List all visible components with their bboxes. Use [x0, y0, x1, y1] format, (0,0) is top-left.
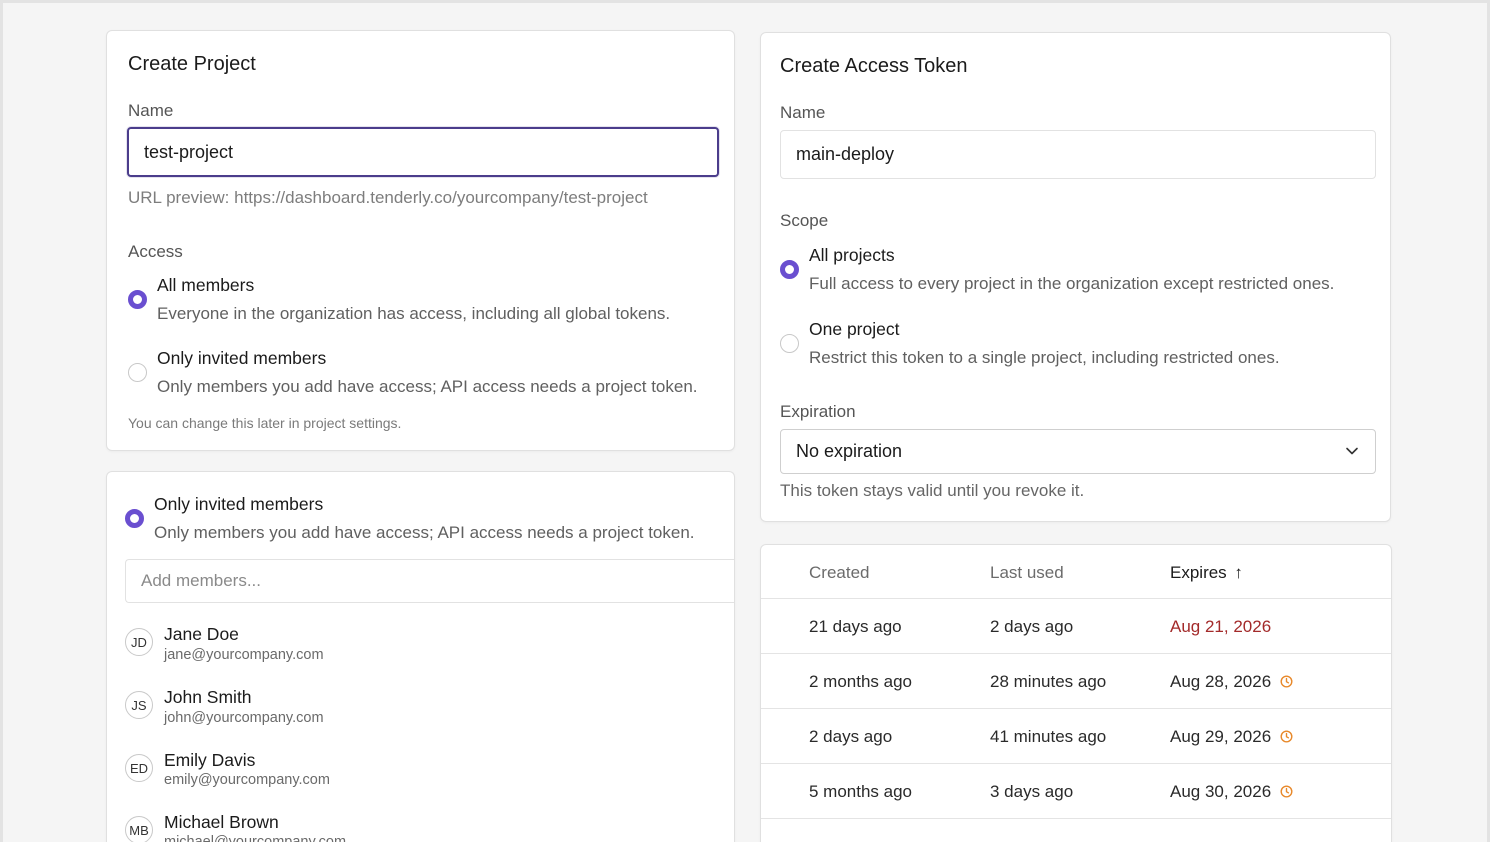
row-created: 2 days ago: [809, 727, 893, 746]
column-header-expires-label: Expires: [1170, 563, 1227, 582]
divider: [761, 653, 1391, 654]
avatar: ED: [125, 754, 153, 782]
url-preview: URL preview: https://dashboard.tenderly.…: [128, 188, 648, 207]
access-label: Access: [128, 242, 183, 261]
row-expires: Aug 21, 2026: [1170, 617, 1272, 636]
avatar: MB: [125, 816, 153, 842]
expiration-select[interactable]: No expiration: [780, 429, 1376, 474]
radio-only-invited-selected[interactable]: [125, 509, 144, 528]
member-email: emily@yourcompany.com: [164, 772, 330, 788]
member-email: jane@yourcompany.com: [164, 647, 324, 663]
scope-all-projects-title: All projects: [809, 245, 895, 265]
project-name-input[interactable]: test-project: [127, 127, 719, 177]
invite-members-card: Only invited members Only members you ad…: [106, 471, 735, 842]
row-created: 21 days ago: [809, 617, 902, 636]
divider: [761, 598, 1391, 599]
member-name: Michael Brown: [164, 812, 279, 832]
scope-one-project-desc: Restrict this token to a single project,…: [809, 348, 1280, 367]
clock-warning-icon: [1280, 785, 1293, 798]
row-expires-date: Aug 29, 2026: [1170, 727, 1272, 746]
column-header-expires[interactable]: Expires ↑: [1170, 563, 1243, 583]
option-all-members-desc: Everyone in the organization has access,…: [157, 304, 671, 323]
row-expires: Aug 29, 2026: [1170, 727, 1293, 747]
radio-one-project[interactable]: [780, 334, 799, 353]
create-project-card: Create Project Name test-project URL pre…: [106, 30, 735, 451]
divider: [761, 708, 1391, 709]
option-only-invited-title: Only invited members: [157, 348, 327, 368]
expiration-hint: This token stays valid until you revoke …: [780, 481, 1085, 500]
expiration-select-value: No expiration: [796, 441, 903, 461]
divider: [761, 818, 1391, 819]
project-settings-hint: You can change this later in project set…: [128, 415, 402, 431]
token-name-input[interactable]: main-deploy: [780, 130, 1376, 179]
member-name: John Smith: [164, 687, 252, 707]
avatar: JD: [125, 628, 153, 656]
row-created: 2 months ago: [809, 672, 913, 691]
avatar: JS: [125, 691, 153, 719]
create-project-title: Create Project: [128, 53, 256, 75]
column-header-created[interactable]: Created: [809, 563, 869, 583]
row-expires: Aug 30, 2026: [1170, 782, 1293, 802]
scope-label: Scope: [780, 211, 829, 230]
sort-arrow-up-icon: ↑: [1234, 563, 1243, 582]
radio-all-projects[interactable]: [780, 260, 799, 279]
row-expires-date: Aug 28, 2026: [1170, 672, 1272, 691]
scope-one-project-title: One project: [809, 319, 900, 339]
row-created: 5 months ago: [809, 782, 913, 801]
create-token-title: Create Access Token: [780, 55, 968, 77]
clock-warning-icon: [1280, 730, 1293, 743]
divider: [761, 763, 1391, 764]
project-name-label: Name: [128, 101, 174, 120]
member-email: john@yourcompany.com: [164, 710, 324, 726]
expiration-label: Expiration: [780, 402, 856, 421]
row-last-used: 2 days ago: [990, 617, 1074, 636]
option-only-invited-desc: Only members you add have access; API ac…: [157, 377, 698, 396]
row-expires-date: Aug 30, 2026: [1170, 782, 1272, 801]
tokens-table: Created Last used Expires ↑ 21 days ago …: [760, 544, 1392, 842]
scope-all-projects-desc: Full access to every project in the orga…: [809, 274, 1335, 293]
chevron-down-icon: [1346, 447, 1358, 455]
member-name: Jane Doe: [164, 624, 239, 644]
token-name-label: Name: [780, 103, 826, 122]
clock-warning-icon: [1280, 675, 1293, 688]
row-expires: Aug 28, 2026: [1170, 672, 1293, 692]
radio-only-invited[interactable]: [128, 363, 147, 382]
invite-option-desc: Only members you add have access; API ac…: [154, 523, 695, 542]
radio-all-members[interactable]: [128, 290, 147, 309]
invite-option-title: Only invited members: [154, 494, 324, 514]
row-last-used: 41 minutes ago: [990, 727, 1107, 746]
add-members-input[interactable]: Add members...: [125, 559, 734, 603]
option-all-members-title: All members: [157, 275, 255, 295]
column-header-last-used[interactable]: Last used: [990, 563, 1064, 583]
member-email: michael@yourcompany.com: [164, 834, 347, 842]
row-last-used: 3 days ago: [990, 782, 1074, 801]
create-token-card: Create Access Token Name main-deploy Sco…: [760, 32, 1391, 522]
member-name: Emily Davis: [164, 750, 256, 770]
row-last-used: 28 minutes ago: [990, 672, 1107, 691]
